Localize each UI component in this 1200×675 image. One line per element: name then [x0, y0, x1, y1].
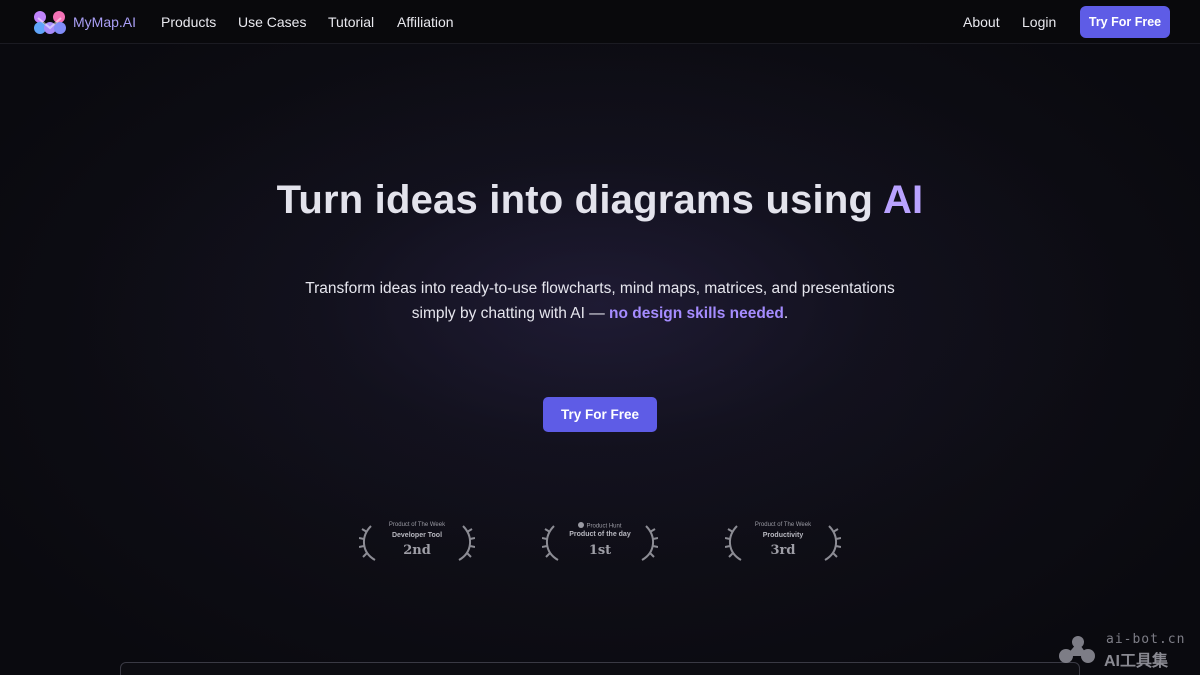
badge-rank: 1st — [588, 543, 612, 558]
brand-name[interactable]: MyMap.AI — [73, 14, 136, 30]
badge-caption: Product Hunt — [542, 522, 658, 530]
product-preview-frame — [120, 662, 1080, 675]
hero-subtitle-end: . — [783, 305, 789, 322]
nav-link-affiliation[interactable]: Affiliation — [397, 14, 454, 30]
hero-title-accent: AI — [882, 178, 924, 222]
hero-title: Turn ideas into diagrams using AI — [0, 178, 1200, 223]
badge-caption: Product of The Week — [754, 522, 812, 528]
hero-subtitle-highlight: no design skills needed — [609, 305, 784, 322]
watermark-logo-icon — [1059, 636, 1095, 663]
watermark-label: AI工具集 — [1104, 653, 1169, 670]
nav-try-for-free-button[interactable]: Try For Free — [1080, 6, 1170, 38]
nav-link-about[interactable]: About — [963, 14, 1000, 30]
badge-productivity[interactable]: Product of The Week Productivity 3rd — [725, 518, 841, 564]
product-hunt-icon — [578, 522, 585, 528]
hero-subtitle: Transform ideas into ready-to-use flowch… — [250, 276, 950, 326]
hero-try-for-free-button[interactable]: Try For Free — [543, 397, 657, 432]
badge-caption-text: Product Hunt — [586, 523, 622, 530]
badge-developer-tool[interactable]: Product of The Week Developer Tool 2nd — [359, 518, 475, 564]
badge-product-of-the-day[interactable]: Product Hunt Product of the day 1st — [542, 518, 658, 564]
nav-link-products[interactable]: Products — [161, 14, 216, 30]
hero-subtitle-line1: Transform ideas into ready-to-use flowch… — [305, 280, 895, 297]
watermark: ai-bot.cn AI工具集 — [1056, 632, 1196, 672]
mymap-logo-icon[interactable] — [33, 9, 67, 35]
badge-rank: 3rd — [770, 543, 796, 558]
badge-caption: Product of The Week — [388, 522, 446, 528]
hero-subtitle-line2: simply by chatting with AI — — [411, 305, 610, 322]
badge-category: Productivity — [762, 532, 804, 539]
nav-link-use-cases[interactable]: Use Cases — [238, 14, 306, 30]
badge-category: Developer Tool — [391, 532, 443, 539]
watermark-domain: ai-bot.cn — [1106, 632, 1186, 647]
page: MyMap.AI Products Use Cases Tutorial Aff… — [0, 0, 1200, 675]
nav-link-tutorial[interactable]: Tutorial — [328, 14, 374, 30]
badge-category: Product of the day — [569, 531, 631, 538]
top-nav: MyMap.AI Products Use Cases Tutorial Aff… — [0, 0, 1200, 44]
hero-title-main: Turn ideas into diagrams using — [276, 178, 883, 222]
badge-rank: 2nd — [403, 543, 431, 558]
nav-link-login[interactable]: Login — [1022, 14, 1056, 30]
background-glow — [0, 44, 1200, 675]
